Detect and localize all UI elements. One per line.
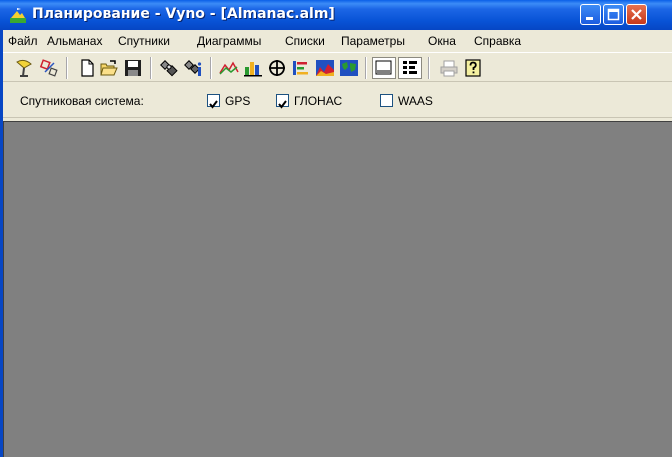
menu-satellites[interactable]: Спутники — [118, 34, 170, 48]
satellite-system-label: Спутниковая система: — [20, 94, 144, 108]
satellite-system-bar: Спутниковая система: GPS ГЛОНАС WAAS — [0, 82, 672, 118]
toolbar-separator — [66, 57, 68, 79]
antenna-icon[interactable] — [14, 58, 34, 78]
application-window: Планирование - Vyno - [Almanac.alm] Файл… — [0, 0, 672, 457]
menu-diagrams[interactable]: Диаграммы — [197, 34, 261, 48]
visibility-list-icon[interactable] — [291, 58, 311, 78]
waas-checkbox[interactable] — [380, 94, 393, 107]
satellite-info-icon[interactable] — [184, 58, 204, 78]
glonass-label[interactable]: ГЛОНАС — [294, 94, 342, 108]
sky-plot-icon[interactable] — [267, 58, 287, 78]
status-bar-toggle-icon[interactable] — [372, 57, 396, 79]
toolbar-separator — [428, 57, 430, 79]
menu-lists[interactable]: Списки — [285, 34, 325, 48]
satellite-settings-icon[interactable] — [160, 58, 180, 78]
title-bar[interactable]: Планирование - Vyno - [Almanac.alm] — [0, 0, 672, 30]
help-icon[interactable] — [463, 58, 483, 78]
list-view-toggle-icon[interactable] — [398, 57, 422, 79]
satellite-select-icon[interactable] — [39, 58, 59, 78]
world-map-icon[interactable] — [339, 58, 359, 78]
minimize-button[interactable] — [580, 4, 601, 25]
print-icon[interactable] — [439, 58, 459, 78]
glonass-checkbox[interactable] — [276, 94, 289, 109]
window-title: Планирование - Vyno - [Almanac.alm] — [32, 6, 335, 22]
open-folder-icon[interactable] — [99, 58, 119, 78]
toolbar-separator — [150, 57, 152, 79]
close-button[interactable] — [626, 4, 647, 25]
menu-almanac[interactable]: Альманах — [47, 34, 102, 48]
elevation-chart-icon[interactable] — [219, 58, 239, 78]
menu-windows[interactable]: Окна — [428, 34, 456, 48]
toolbar — [0, 52, 672, 82]
gps-label[interactable]: GPS — [225, 94, 250, 108]
new-document-icon[interactable] — [77, 58, 97, 78]
menu-bar: Файл Альманах Спутники Диаграммы Списки … — [0, 30, 672, 52]
save-icon[interactable] — [123, 58, 143, 78]
dop-chart-icon[interactable] — [315, 58, 335, 78]
waas-label[interactable]: WAAS — [398, 94, 433, 108]
toolbar-separator — [210, 57, 212, 79]
menu-file[interactable]: Файл — [8, 34, 38, 48]
app-icon — [9, 6, 27, 24]
menu-parameters[interactable]: Параметры — [341, 34, 405, 48]
toolbar-separator — [365, 57, 367, 79]
mdi-client-area[interactable] — [3, 121, 672, 457]
menu-help[interactable]: Справка — [474, 34, 521, 48]
gps-checkbox[interactable] — [207, 94, 220, 109]
maximize-button[interactable] — [603, 4, 624, 25]
bar-chart-icon[interactable] — [243, 58, 263, 78]
